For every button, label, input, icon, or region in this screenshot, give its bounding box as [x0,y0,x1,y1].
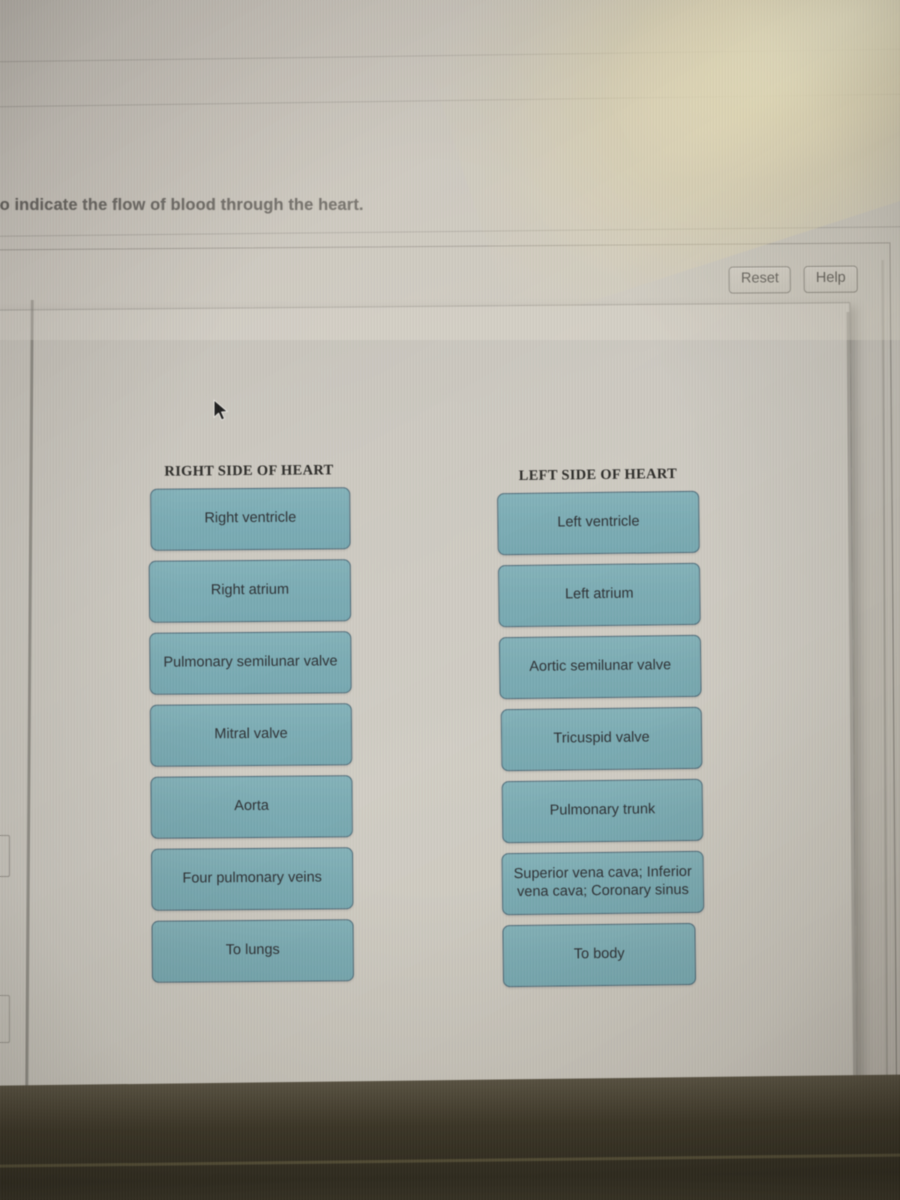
card-to-body[interactable]: To body [502,922,697,988]
card-left-ventricle[interactable]: Left ventricle [497,490,700,556]
card-label: Right ventricle [204,509,297,527]
card-label: Aorta [234,798,270,815]
card-venae-cavae-coronary-sinus[interactable]: Superior vena cava; Inferior vena cava; … [501,850,705,916]
card-label: Superior vena cava; Inferior vena cava; … [513,864,692,901]
card-columns: RIGHT SIDE OF HEART Right ventricle Righ… [0,0,900,1200]
card-label: Pulmonary trunk [549,801,656,819]
card-label: To body [573,945,625,963]
card-label: To lungs [225,941,280,959]
card-label: Four pulmonary veins [182,869,322,887]
card-pulmonary-trunk[interactable]: Pulmonary trunk [501,778,704,844]
card-aorta[interactable]: Aorta [150,775,353,839]
card-right-ventricle[interactable]: Right ventricle [150,487,351,551]
card-tricuspid-valve[interactable]: Tricuspid valve [500,706,703,772]
column-header-left-side: LEFT SIDE OF HEART [518,466,678,484]
browser-page: to indicate the flow of blood through th… [0,0,900,1200]
card-to-lungs[interactable]: To lungs [151,919,354,983]
card-pulmonary-semilunar-valve[interactable]: Pulmonary semilunar valve [149,631,352,695]
card-aortic-semilunar-valve[interactable]: Aortic semilunar valve [498,634,702,700]
card-label: Tricuspid valve [553,729,650,747]
column-left-side-of-heart: LEFT SIDE OF HEART Left ventricle Left a… [497,466,705,997]
card-label: Right atrium [210,581,290,599]
photo-of-screen: to indicate the flow of blood through th… [0,0,900,1200]
card-four-pulmonary-veins[interactable]: Four pulmonary veins [150,847,354,911]
column-right-side-of-heart: RIGHT SIDE OF HEART Right ventricle Righ… [148,462,354,993]
card-label: Mitral valve [214,725,288,743]
card-label: Aortic semilunar valve [529,657,672,676]
monitor-bezel [0,1073,900,1200]
offscreen-control-lower[interactable] [0,995,10,1043]
offscreen-control-upper[interactable] [0,835,10,877]
card-label: Pulmonary semilunar valve [163,653,338,671]
card-left-atrium[interactable]: Left atrium [497,562,701,628]
card-mitral-valve[interactable]: Mitral valve [149,703,353,767]
card-label: Left ventricle [557,513,640,531]
column-header-right-side: RIGHT SIDE OF HEART [164,462,334,480]
card-label: Left atrium [564,585,634,603]
card-right-atrium[interactable]: Right atrium [148,559,352,623]
